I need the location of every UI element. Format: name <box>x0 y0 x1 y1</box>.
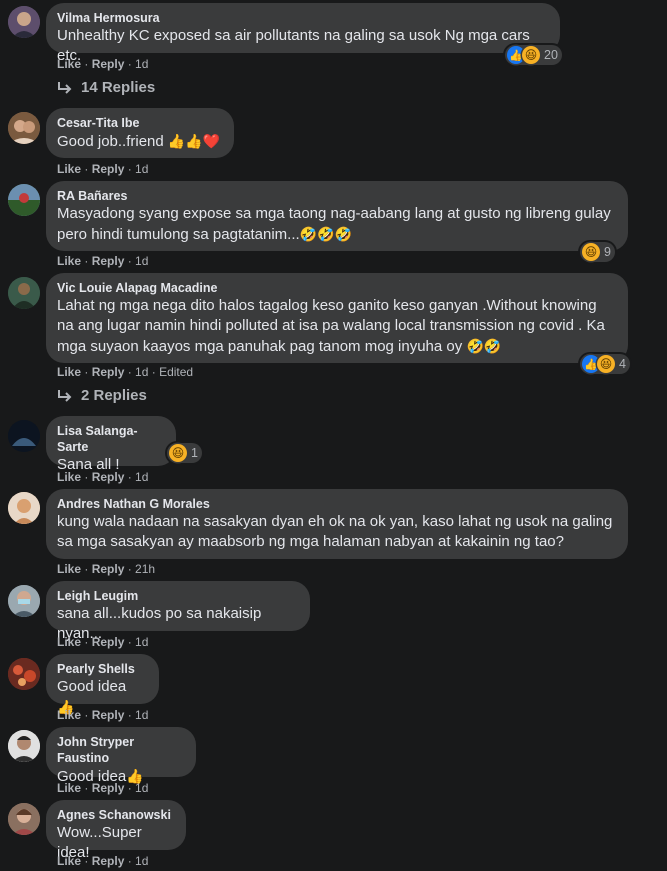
comment-time[interactable]: 1d <box>135 635 148 649</box>
comment-bubble: Leigh Leugim sana all...kudos po sa naka… <box>46 581 310 642</box>
comment-bubble: Vilma Hermosura Unhealthy KC exposed sa … <box>46 3 560 64</box>
comment-actions: Like · Reply · 1d <box>57 708 149 722</box>
comment-text: Masyadong syang expose sa mga taong nag-… <box>57 205 611 243</box>
comment-author[interactable]: Agnes Schanowski <box>57 807 174 823</box>
comment-text: kung wala nadaan na sasakyan dyan eh ok … <box>57 513 613 550</box>
like-button[interactable]: Like <box>57 365 81 379</box>
comment-author[interactable]: Lisa Salanga-Sarte <box>57 423 164 455</box>
comment-time[interactable]: 1d <box>135 162 148 176</box>
avatar[interactable] <box>8 803 40 835</box>
like-button[interactable]: Like <box>57 162 81 176</box>
reaction-count: 4 <box>619 357 626 371</box>
haha-reaction-icon: 😆 <box>169 444 187 462</box>
view-replies-link[interactable]: 2 Replies <box>57 387 147 404</box>
comment-actions: Like · Reply · 1d <box>57 635 149 649</box>
comment-text: Good job..friend 👍👍❤️ <box>57 133 221 150</box>
like-button[interactable]: Like <box>57 254 81 268</box>
comment-time[interactable]: 1d <box>135 854 148 868</box>
comment-time[interactable]: 1d <box>135 57 148 71</box>
reply-button[interactable]: Reply <box>92 562 125 576</box>
edited-label: Edited <box>159 365 194 379</box>
reactions-summary[interactable]: 👍 😆 20 <box>505 45 562 65</box>
reactions-summary[interactable]: 😆 9 <box>580 242 615 262</box>
like-button[interactable]: Like <box>57 57 81 71</box>
like-button[interactable]: Like <box>57 470 81 484</box>
like-button[interactable]: Like <box>57 708 81 722</box>
reaction-count: 9 <box>604 245 611 259</box>
comment-bubble: Lisa Salanga-Sarte Sana all ! <box>46 416 176 473</box>
reply-button[interactable]: Reply <box>92 365 125 379</box>
comment-author[interactable]: Leigh Leugim <box>57 588 298 604</box>
reaction-count: 20 <box>544 48 558 62</box>
reply-button[interactable]: Reply <box>92 635 125 649</box>
comment-author[interactable]: Vic Louie Alapag Macadine <box>57 280 616 296</box>
reply-button[interactable]: Reply <box>92 254 125 268</box>
comment-actions: Like · Reply · 1d <box>57 470 149 484</box>
haha-reaction-icon: 😆 <box>522 46 540 64</box>
comment-actions: Like · Reply · 21h <box>57 562 156 576</box>
like-button[interactable]: Like <box>57 562 81 576</box>
comment-time[interactable]: 1d <box>135 708 148 722</box>
comment-time[interactable]: 1d <box>135 781 148 795</box>
emoji: 🤣🤣 <box>466 338 502 354</box>
like-button[interactable]: Like <box>57 854 81 868</box>
avatar[interactable] <box>8 730 40 762</box>
comment-time[interactable]: 1d <box>135 254 148 268</box>
comment-actions: Like · Reply · 1d <box>57 254 149 268</box>
haha-reaction-icon: 😆 <box>582 243 600 261</box>
comment-bubble: RA Bañares Masyadong syang expose sa mga… <box>46 181 628 251</box>
comment-actions: Like · Reply · 1d <box>57 854 149 868</box>
avatar[interactable] <box>8 112 40 144</box>
haha-reaction-icon: 😆 <box>597 355 615 373</box>
reply-arrow-icon <box>58 389 72 402</box>
replies-count[interactable]: 2 Replies <box>81 387 147 404</box>
comment-author[interactable]: Cesar-Tita Ibe <box>57 115 222 131</box>
emoji: 👍👍❤️ <box>167 133 221 149</box>
avatar[interactable] <box>8 585 40 617</box>
comment-author[interactable]: Vilma Hermosura <box>57 10 548 26</box>
reactions-summary[interactable]: 👍 😆 4 <box>580 354 630 374</box>
reply-arrow-icon <box>58 81 72 94</box>
reactions-summary[interactable]: 😆 1 <box>167 443 202 463</box>
reply-button[interactable]: Reply <box>92 470 125 484</box>
reply-button[interactable]: Reply <box>92 708 125 722</box>
comment-bubble: Cesar-Tita Ibe Good job..friend 👍👍❤️ <box>46 108 234 158</box>
like-button[interactable]: Like <box>57 781 81 795</box>
reply-button[interactable]: Reply <box>92 781 125 795</box>
comment-actions: Like · Reply · 1d <box>57 781 149 795</box>
comment-author[interactable]: Andres Nathan G Morales <box>57 496 616 512</box>
avatar[interactable] <box>8 277 40 309</box>
replies-count[interactable]: 14 Replies <box>81 79 155 96</box>
comment-time[interactable]: 1d <box>135 365 148 379</box>
comment-bubble: Pearly Shells Good idea 👍 <box>46 654 159 715</box>
comment-bubble: Agnes Schanowski Wow...Super idea! <box>46 800 186 861</box>
avatar[interactable] <box>8 492 40 524</box>
comment-text: Lahat ng mga nega dito halos tagalog kes… <box>57 297 605 355</box>
like-button[interactable]: Like <box>57 635 81 649</box>
comment-author[interactable]: RA Bañares <box>57 188 616 204</box>
avatar[interactable] <box>8 420 40 452</box>
comment-bubble: John Stryper Faustino Good idea👍 <box>46 727 196 785</box>
comment-author[interactable]: Pearly Shells <box>57 661 147 677</box>
comment-bubble: Vic Louie Alapag Macadine Lahat ng mga n… <box>46 273 628 363</box>
avatar[interactable] <box>8 658 40 690</box>
comment-time[interactable]: 21h <box>135 562 155 576</box>
reply-button[interactable]: Reply <box>92 57 125 71</box>
comment-actions: Like · Reply · 1d · Edited <box>57 365 194 379</box>
reaction-count: 1 <box>191 446 198 460</box>
reply-button[interactable]: Reply <box>92 162 125 176</box>
comment-time[interactable]: 1d <box>135 470 148 484</box>
avatar[interactable] <box>8 6 40 38</box>
view-replies-link[interactable]: 14 Replies <box>57 79 155 96</box>
reply-button[interactable]: Reply <box>92 854 125 868</box>
emoji: 🤣🤣🤣 <box>299 226 352 242</box>
comment-actions: Like · Reply · 1d <box>57 162 149 176</box>
comment-actions: Like · Reply · 1d <box>57 57 149 71</box>
comment-author[interactable]: John Stryper Faustino <box>57 734 184 766</box>
avatar[interactable] <box>8 184 40 216</box>
comment-bubble: Andres Nathan G Morales kung wala nadaan… <box>46 489 628 559</box>
